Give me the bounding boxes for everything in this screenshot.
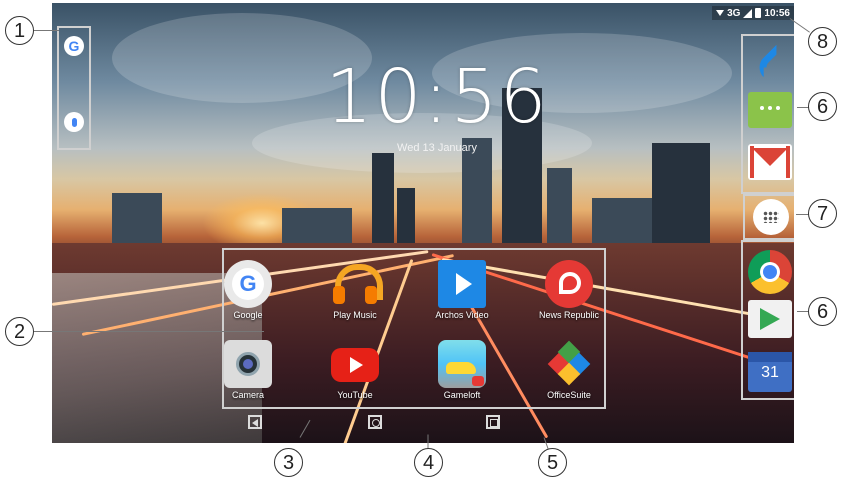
status-time: 10:56 [764, 7, 790, 19]
app-officesuite[interactable]: OfficeSuite [524, 340, 614, 400]
network-type: 3G [727, 7, 741, 19]
callout-6-top: 6 [808, 92, 837, 121]
google-folder-icon: G [224, 260, 272, 308]
gmail-icon[interactable] [748, 144, 792, 180]
app-news-republic[interactable]: News Republic [524, 260, 614, 320]
play-music-icon [331, 260, 383, 308]
wifi-icon [716, 10, 725, 16]
app-drawer-button[interactable] [743, 194, 794, 240]
favorites-dock-bottom: 31 [741, 240, 794, 400]
app-camera[interactable]: Camera [203, 340, 293, 400]
back-button[interactable] [248, 415, 262, 429]
home-button[interactable] [368, 415, 382, 429]
calendar-icon[interactable]: 31 [748, 352, 792, 392]
favorites-dock-top [741, 34, 794, 194]
messaging-icon[interactable] [748, 92, 792, 128]
recent-apps-button[interactable] [486, 415, 500, 429]
callout-1: 1 [5, 16, 34, 45]
back-icon [252, 419, 258, 427]
youtube-icon [331, 348, 379, 382]
home-icon [372, 419, 380, 427]
app-play-music[interactable]: Play Music [310, 260, 400, 320]
callout-4: 4 [414, 448, 443, 477]
callout-5: 5 [538, 448, 567, 477]
app-gameloft[interactable]: Gameloft [417, 340, 507, 400]
app-youtube[interactable]: YouTube [310, 340, 400, 400]
clock-widget[interactable]: 10:56 [307, 57, 567, 137]
callout-6-bottom: 6 [808, 297, 837, 326]
callout-3: 3 [274, 448, 303, 477]
phone-icon[interactable] [748, 42, 792, 86]
news-republic-icon [545, 260, 593, 308]
status-bar: 3G 10:56 [712, 6, 794, 20]
archos-video-icon [438, 260, 486, 308]
app-shortcuts-grid: G Google Play Music Archos Video News Re… [222, 248, 606, 409]
date-label: Wed 13 January [397, 142, 477, 154]
app-google-folder[interactable]: G Google [203, 260, 293, 320]
signal-icon [743, 8, 753, 18]
app-drawer-icon [753, 199, 789, 235]
chrome-icon[interactable] [748, 250, 792, 294]
recent-apps-icon [490, 419, 498, 427]
callout-2: 2 [5, 317, 34, 346]
google-icon[interactable]: G [64, 36, 84, 56]
mic-icon[interactable] [64, 112, 84, 132]
officesuite-icon [545, 340, 593, 388]
home-screen: 3G 10:56 10:56 Wed 13 January G G Google… [52, 3, 794, 443]
google-search-bar[interactable]: G [57, 26, 91, 150]
play-store-icon[interactable] [748, 300, 792, 338]
gameloft-icon [438, 340, 486, 388]
callout-8: 8 [808, 27, 837, 56]
callout-7: 7 [808, 199, 837, 228]
battery-icon [755, 8, 762, 18]
camera-icon [224, 340, 272, 388]
app-archos-video[interactable]: Archos Video [417, 260, 507, 320]
